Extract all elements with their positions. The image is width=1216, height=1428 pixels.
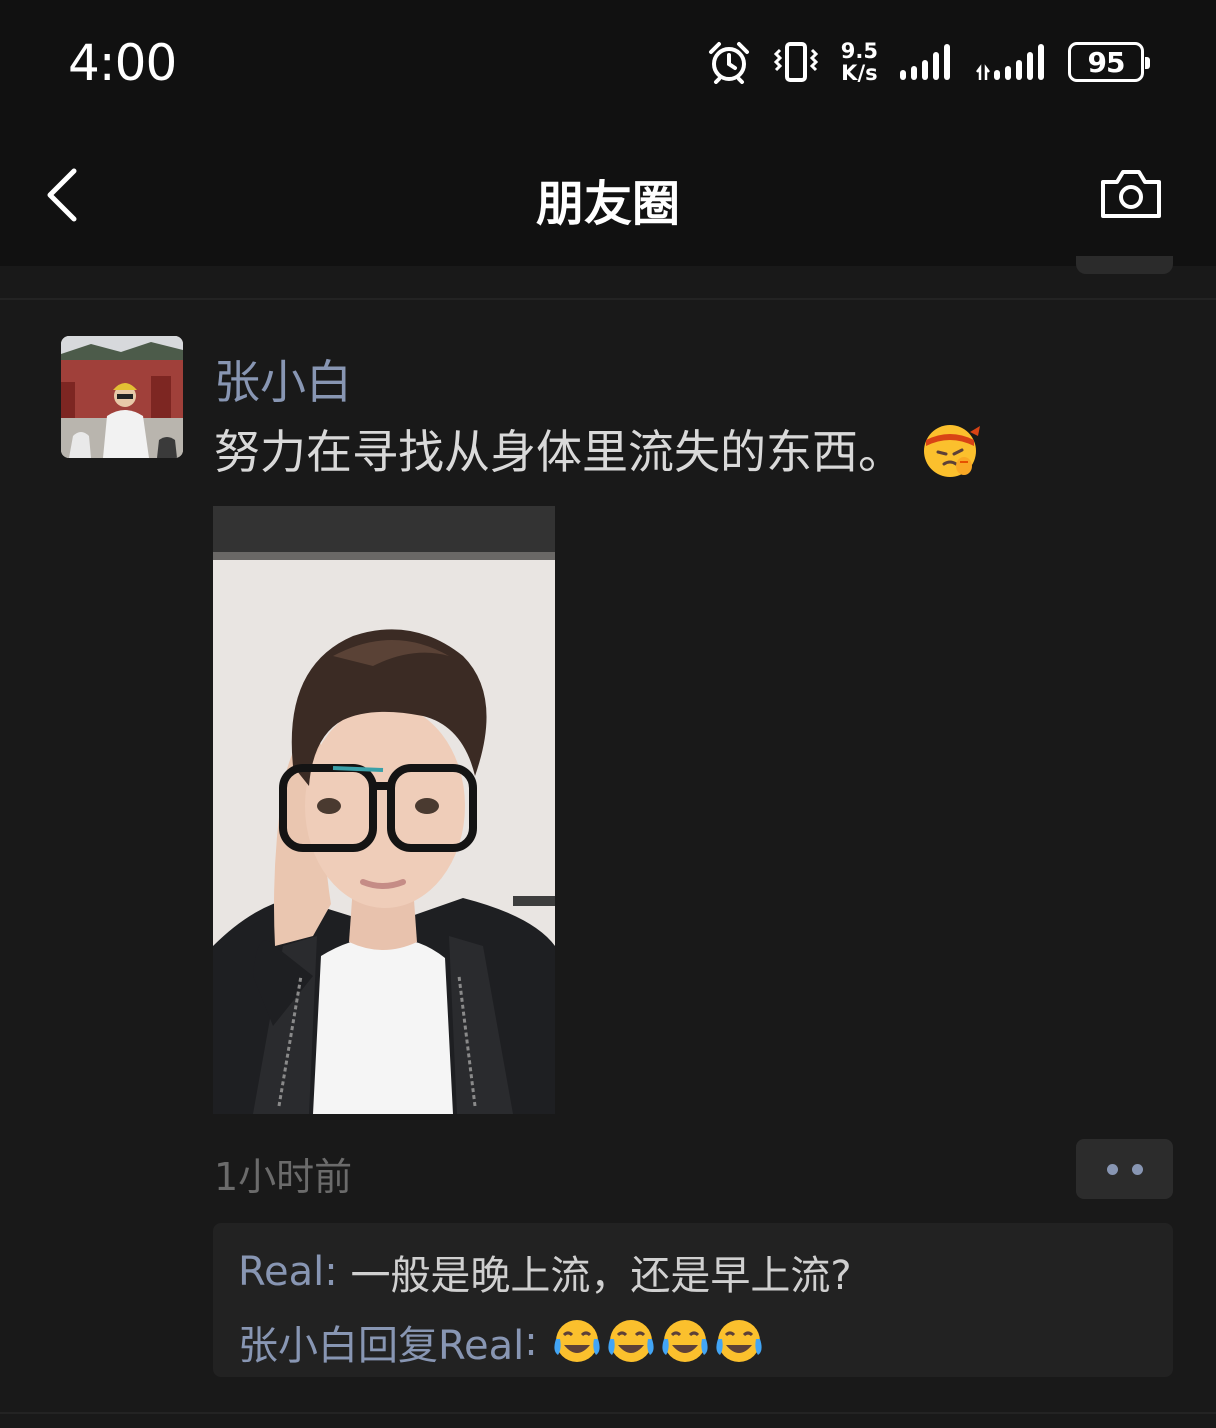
post-timestamp: 1小时前: [214, 1155, 353, 1199]
comment-text: 一般是晚上流，还是早上流?: [350, 1253, 852, 1299]
signal-icon: [900, 44, 950, 80]
tears-of-joy-emoji: [716, 1320, 763, 1362]
comments-panel: Real : 一般是晚上流，还是早上流? 张小白回复Real :: [213, 1223, 1173, 1377]
comment-text: [550, 1317, 766, 1367]
comment-author[interactable]: 张小白回复Real: [238, 1313, 524, 1371]
net-speed: 9.5 K/s: [841, 40, 878, 84]
alarm-icon: [708, 42, 749, 84]
dot-icon: [1106, 1163, 1118, 1175]
status-icons: 9.5 K/s 95: [707, 38, 1150, 86]
nav-bar: 朋友圈: [0, 124, 1216, 266]
camera-button[interactable]: [1094, 164, 1168, 224]
vibrate-icon: [773, 42, 818, 82]
thinking-headband-face-emoji: [924, 425, 980, 477]
divider: [0, 1412, 1216, 1414]
tears-of-joy-emoji: [554, 1320, 601, 1362]
status-bar: 4:00 9.5 K/s 95: [0, 0, 1216, 124]
post-text-body: 努力在寻找从身体里流失的东西。: [214, 425, 904, 479]
post-text: 努力在寻找从身体里流失的东西。: [214, 416, 982, 482]
battery-level: 95: [1087, 45, 1126, 79]
camera-icon: [1101, 170, 1161, 218]
comment-author[interactable]: Real: [238, 1249, 324, 1295]
tears-of-joy-emoji: [608, 1320, 655, 1362]
comment-item[interactable]: Real : 一般是晚上流，还是早上流?: [238, 1243, 852, 1301]
page-title: 朋友圈: [535, 176, 680, 232]
avatar[interactable]: [61, 336, 183, 458]
post-author-name[interactable]: 张小白: [214, 346, 352, 412]
comment-separator: :: [324, 1249, 351, 1295]
signal-icon: [976, 44, 1044, 80]
net-speed-unit: K/s: [841, 61, 878, 85]
divider: [0, 298, 1216, 300]
battery-icon: 95: [1068, 42, 1150, 82]
more-actions-button[interactable]: [1076, 1139, 1173, 1199]
status-time: 4:00: [68, 34, 177, 92]
comment-item[interactable]: 张小白回复Real :: [238, 1313, 766, 1371]
dot-icon: [1131, 1163, 1143, 1175]
comment-separator: :: [524, 1319, 551, 1365]
tears-of-joy-emoji: [662, 1320, 709, 1362]
post-photo[interactable]: [213, 506, 555, 1114]
net-speed-value: 9.5: [840, 39, 878, 63]
previous-post-more-button[interactable]: [1076, 256, 1173, 274]
